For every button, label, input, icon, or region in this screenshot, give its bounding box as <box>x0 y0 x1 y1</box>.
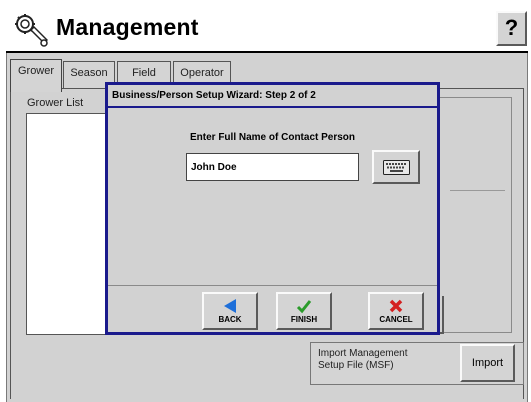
details-divider <box>450 190 505 191</box>
arrow-left-icon <box>224 299 236 313</box>
grower-list-label: Grower List <box>27 97 84 109</box>
dialog-title: Business/Person Setup Wizard: Step 2 of … <box>112 90 316 101</box>
app-header: Management ? <box>6 8 528 51</box>
checkmark-icon <box>296 300 312 314</box>
back-button[interactable]: BACK <box>202 292 258 330</box>
wrench-gear-icon <box>15 14 48 47</box>
import-button[interactable]: Import <box>460 344 515 382</box>
keyboard-button[interactable] <box>372 150 420 184</box>
cancel-button[interactable]: CANCEL <box>368 292 424 330</box>
contact-name-input[interactable] <box>186 153 359 181</box>
page-title: Management <box>56 14 199 40</box>
contact-name-prompt: Enter Full Name of Contact Person <box>189 132 356 143</box>
cancel-button-label: CANCEL <box>379 315 413 324</box>
finish-button[interactable]: FINISH <box>276 292 332 330</box>
dialog-title-bar: Business/Person Setup Wizard: Step 2 of … <box>108 85 437 108</box>
setup-wizard-dialog: Business/Person Setup Wizard: Step 2 of … <box>105 82 440 335</box>
grower-details-box <box>432 97 512 333</box>
back-button-label: BACK <box>218 315 242 324</box>
x-icon <box>389 299 403 313</box>
dialog-footer-divider <box>108 285 437 286</box>
import-label: Import Management Setup File (MSF) <box>318 348 408 371</box>
keyboard-icon <box>383 160 410 175</box>
help-button[interactable]: ? <box>496 11 527 46</box>
tab-grower[interactable]: Grower <box>10 59 62 92</box>
finish-button-label: FINISH <box>290 315 318 324</box>
